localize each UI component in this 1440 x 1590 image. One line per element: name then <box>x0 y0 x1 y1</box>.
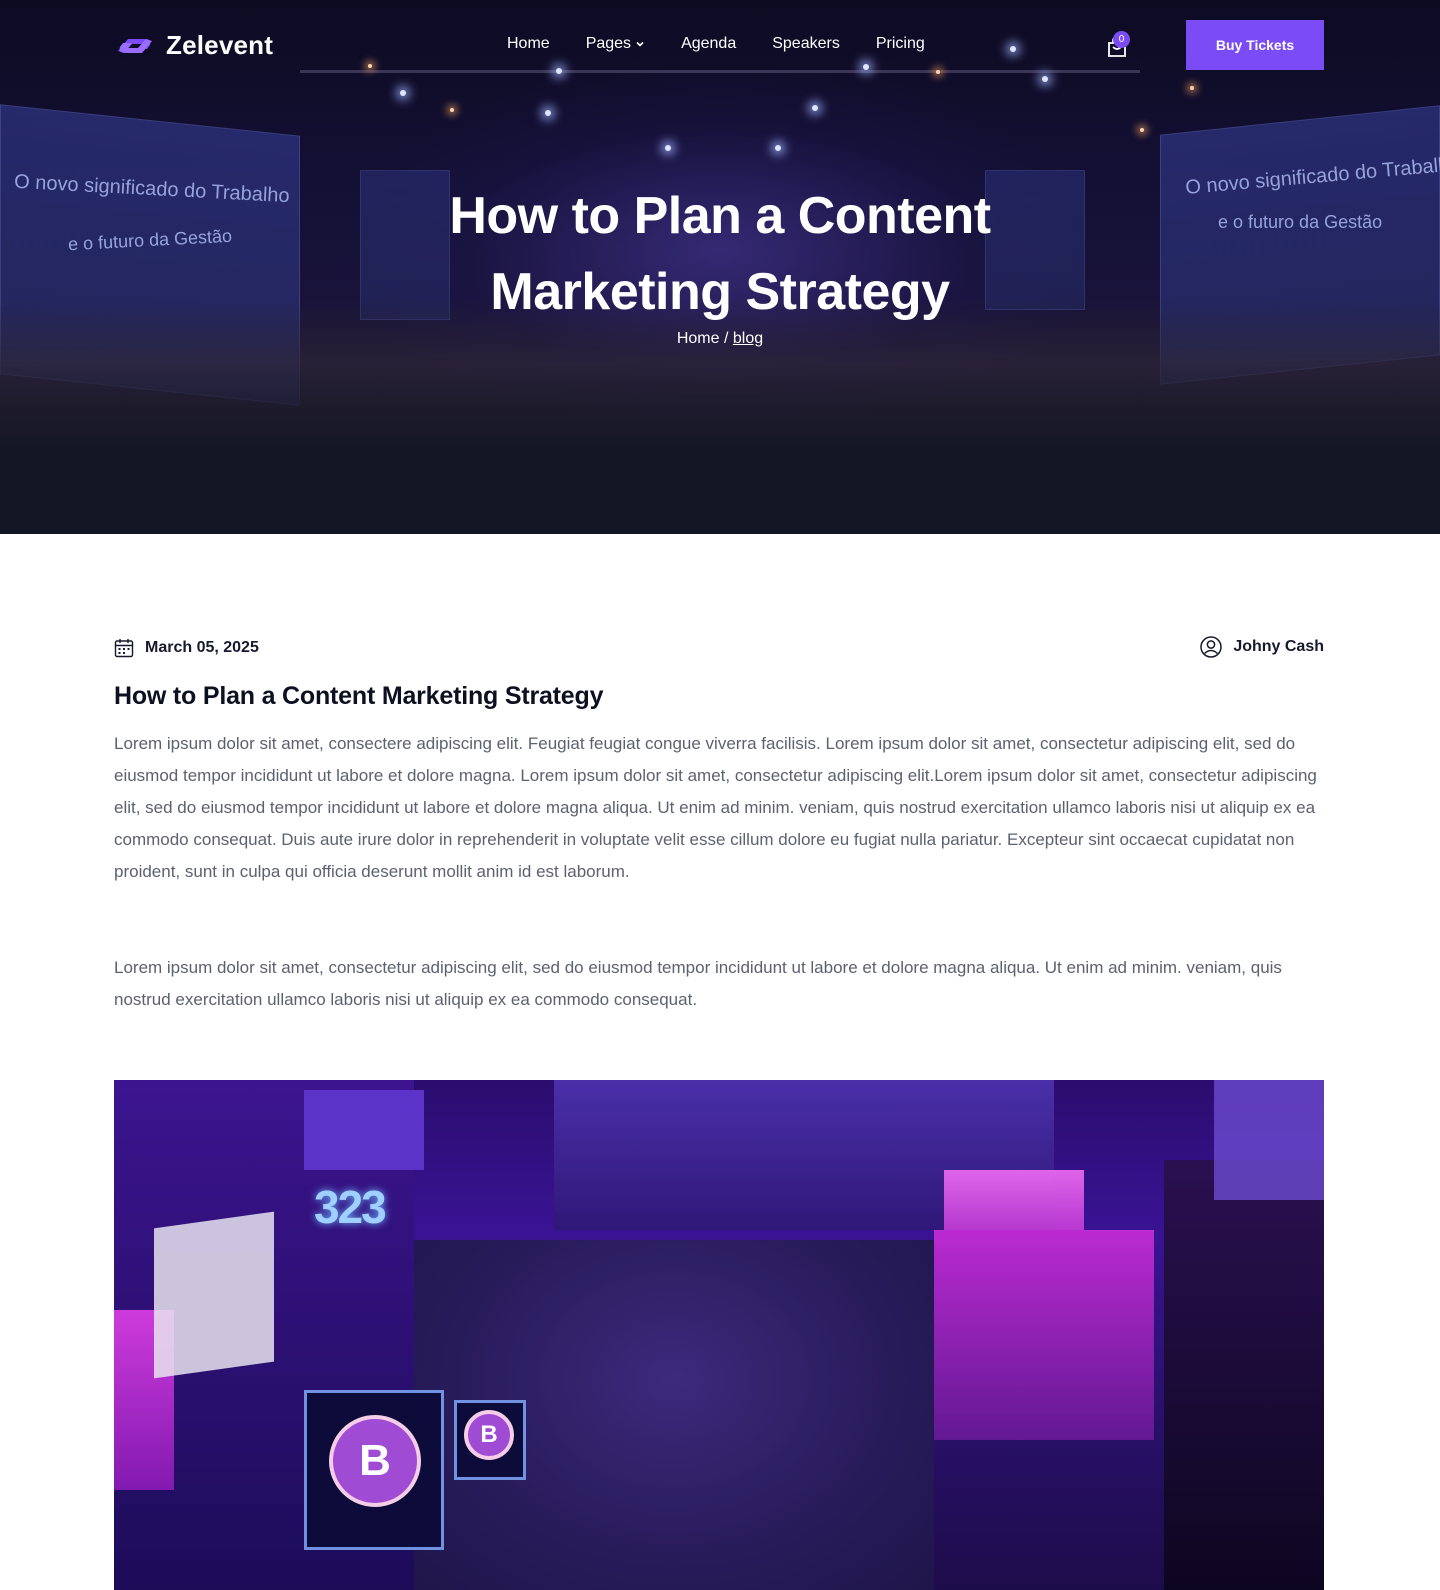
pink-booth <box>934 1230 1154 1440</box>
page-title-line: How to Plan a Content <box>449 187 991 245</box>
stage-light <box>775 145 781 151</box>
nav-home[interactable]: Home <box>507 35 550 53</box>
breadcrumb-separator: / <box>723 330 729 347</box>
buy-tickets-button[interactable]: Buy Tickets <box>1186 20 1324 70</box>
page-title: How to Plan a Content Marketing Strategy <box>0 178 1440 330</box>
nav-pricing[interactable]: Pricing <box>876 35 925 53</box>
brand-logo[interactable]: Zelevent <box>114 30 273 61</box>
nav-label: Pages <box>585 35 632 52</box>
nav-pages[interactable]: Pages <box>586 35 645 53</box>
breadcrumb-current[interactable]: blog <box>733 330 763 347</box>
calendar-icon <box>114 639 134 658</box>
stage-light <box>665 145 671 151</box>
post-date-text: March 05, 2025 <box>145 639 259 656</box>
post-date: March 05, 2025 <box>114 638 259 658</box>
stage-light <box>450 108 454 112</box>
white-display <box>154 1211 274 1379</box>
breadcrumb: Home / blog <box>0 330 1440 348</box>
pink-sign <box>944 1170 1084 1230</box>
neon-sign: 323 <box>314 1181 387 1233</box>
post-author-name: Johny Cash <box>1233 638 1324 655</box>
right-screen-img <box>1214 1080 1324 1200</box>
bitcoin-icon: B <box>329 1415 421 1507</box>
article-paragraph: Lorem ipsum dolor sit amet, consectere a… <box>114 734 1317 881</box>
main-menu: Home Pages Agenda Speakers Pricing <box>507 35 961 53</box>
stage-light <box>545 110 551 116</box>
post-author[interactable]: Johny Cash <box>1200 636 1324 658</box>
top-navigation: Zelevent Home Pages Agenda Speakers Pric… <box>0 0 1440 90</box>
stage-light <box>400 90 406 96</box>
page-title-line: Marketing Strategy <box>490 263 950 321</box>
nav-agenda[interactable]: Agenda <box>681 35 736 53</box>
nav-label: Agenda <box>681 35 737 52</box>
nav-speakers[interactable]: Speakers <box>772 35 840 53</box>
brand-name: Zelevent <box>166 30 274 60</box>
stage-light <box>812 105 818 111</box>
featured-image: B B 323 <box>114 1080 1324 1590</box>
article-paragraph: Lorem ipsum dolor sit amet, consectetur … <box>114 958 1282 1009</box>
hanging-screen <box>304 1090 424 1170</box>
nav-label: Pricing <box>875 35 925 52</box>
cart-count-badge: 0 <box>1113 31 1130 48</box>
stage-light <box>1140 128 1144 132</box>
breadcrumb-home[interactable]: Home <box>677 330 720 347</box>
article-title: How to Plan a Content Marketing Strategy <box>114 682 604 710</box>
logo-mark-icon <box>118 38 152 53</box>
bitcoin-icon: B <box>464 1410 514 1460</box>
user-circle-icon <box>1200 636 1223 658</box>
right-structure <box>1164 1160 1324 1590</box>
nav-label: Home <box>507 35 550 52</box>
chevron-down-icon <box>636 41 644 47</box>
nav-label: Speakers <box>772 35 840 52</box>
